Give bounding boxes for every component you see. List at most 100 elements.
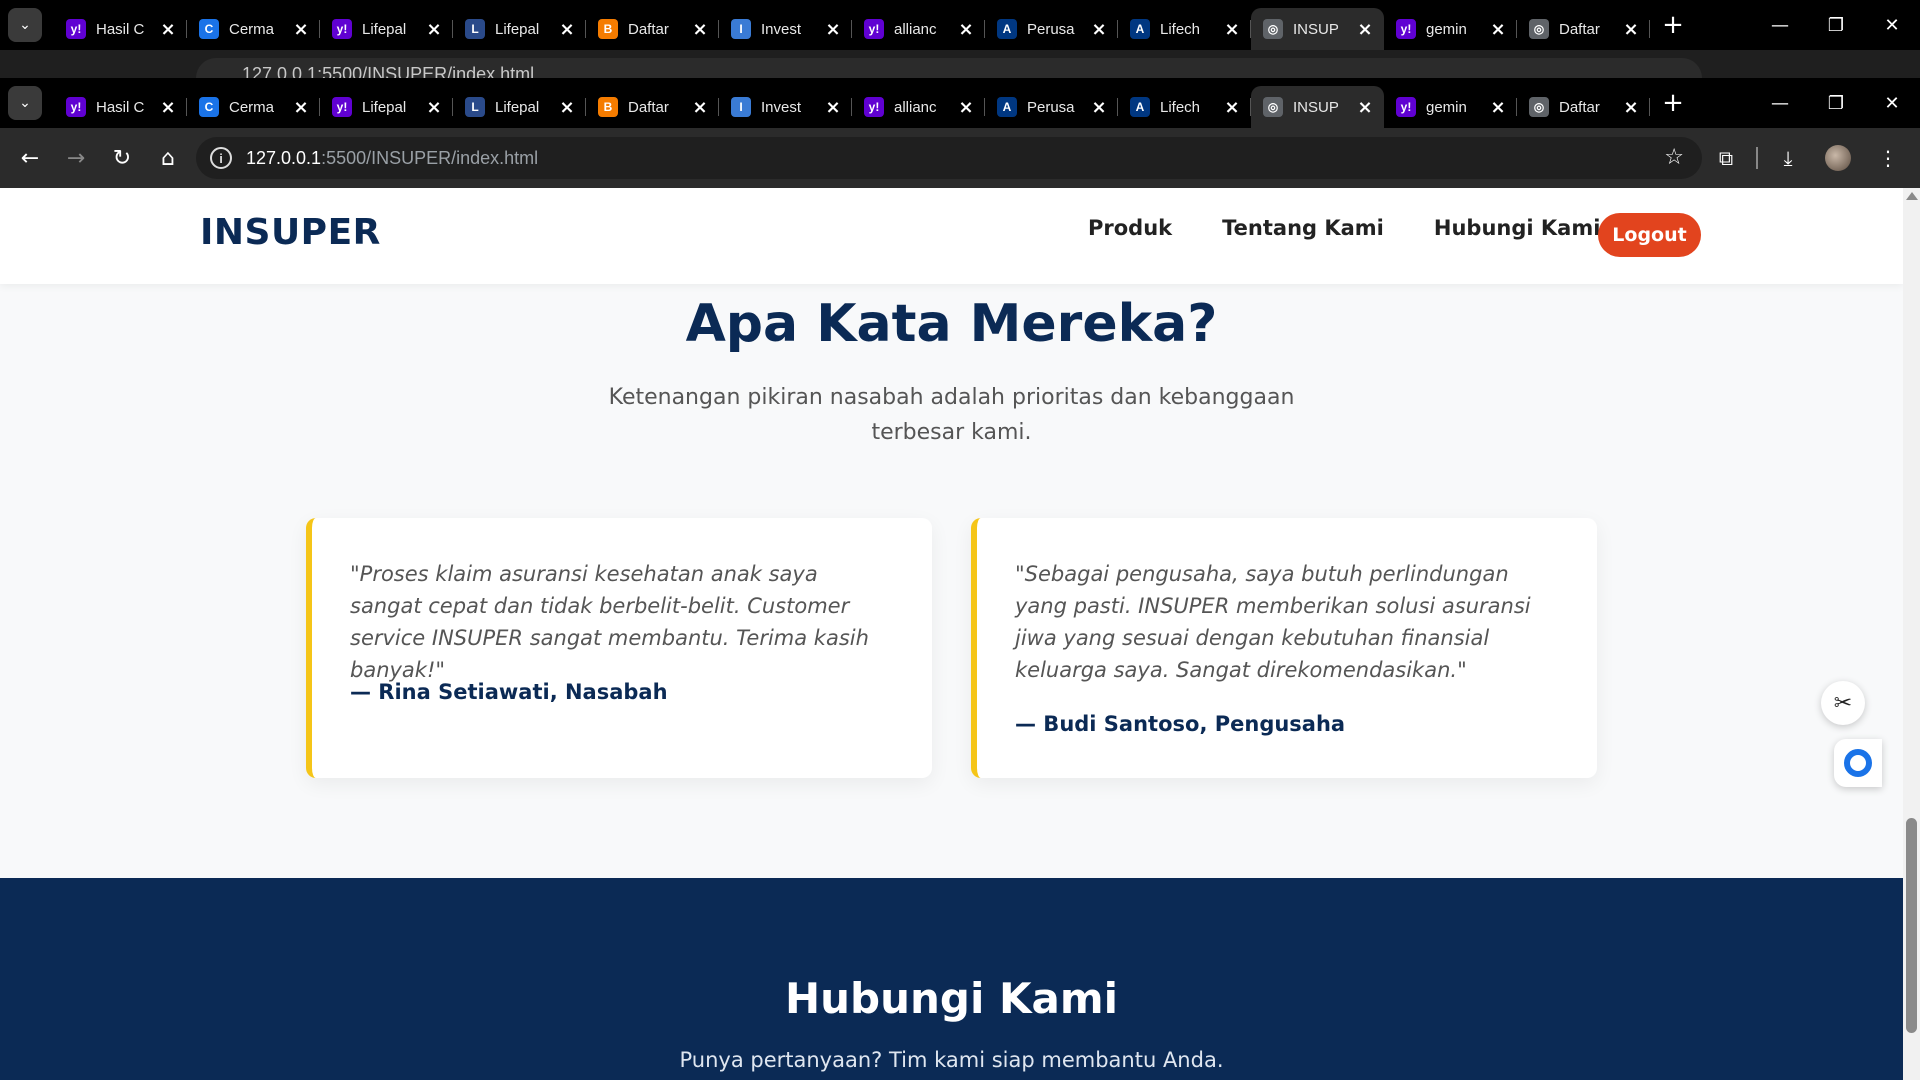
browser-tab[interactable]: ◎ INSUP ×: [1251, 86, 1384, 128]
forward-icon[interactable]: →: [56, 138, 96, 178]
scissors-icon[interactable]: ✂: [1821, 681, 1865, 725]
close-tab-icon[interactable]: ×: [159, 19, 177, 40]
close-tab-icon[interactable]: ×: [558, 19, 576, 40]
browser-tab[interactable]: L Lifepal ×: [453, 86, 586, 128]
assistant-bubble-icon[interactable]: [1834, 739, 1882, 787]
yahoo-icon: y!: [1396, 97, 1416, 117]
profile-avatar[interactable]: [1818, 138, 1858, 178]
close-tab-icon[interactable]: ×: [824, 97, 842, 118]
close-tab-icon[interactable]: ×: [558, 97, 576, 118]
contact-section: Hubungi Kami Punya pertanyaan? Tim kami …: [0, 878, 1903, 1080]
yahoo-icon: y!: [332, 97, 352, 117]
close-tab-icon[interactable]: ×: [1622, 19, 1640, 40]
ghost-url-text: 127.0.0.1:5500/INSUPER/index.html: [242, 64, 535, 78]
nav-link-produk[interactable]: Produk: [1088, 216, 1172, 240]
tab-search-icon[interactable]: ⌄: [8, 86, 42, 120]
close-tab-icon[interactable]: ×: [1090, 19, 1108, 40]
browser-tab[interactable]: ◎ Daftar ×: [1517, 86, 1650, 128]
browser-tab[interactable]: ◎ Daftar ×: [1517, 8, 1650, 50]
browser-tab[interactable]: C Cerma ×: [187, 86, 320, 128]
close-tab-icon[interactable]: ×: [957, 97, 975, 118]
browser-tab[interactable]: y! Lifepal ×: [320, 8, 453, 50]
page-scrollbar[interactable]: [1903, 188, 1920, 1080]
close-tab-icon[interactable]: ×: [292, 19, 310, 40]
browser-tab[interactable]: A Lifech ×: [1118, 8, 1251, 50]
close-window-icon[interactable]: ✕: [1864, 78, 1920, 128]
scroll-thumb[interactable]: [1906, 818, 1917, 1033]
close-tab-icon[interactable]: ×: [824, 19, 842, 40]
restore-icon[interactable]: ❐: [1808, 0, 1864, 50]
close-tab-icon[interactable]: ×: [1489, 97, 1507, 118]
close-window-icon[interactable]: ✕: [1864, 0, 1920, 50]
browser-tab[interactable]: y! Lifepal ×: [320, 86, 453, 128]
tab-title: gemin: [1426, 20, 1467, 38]
nav-link-hubungi-kami[interactable]: Hubungi Kami: [1434, 216, 1601, 240]
close-tab-icon[interactable]: ×: [1223, 19, 1241, 40]
toolbar-right: ⧉ ⤓ ⋮: [1696, 138, 1908, 178]
close-tab-icon[interactable]: ×: [159, 97, 177, 118]
browser-tab[interactable]: y! allianc ×: [852, 8, 985, 50]
invest-icon: I: [731, 97, 751, 117]
ghost-toolbar: 127.0.0.1:5500/INSUPER/index.html: [0, 50, 1920, 78]
tab-title: gemin: [1426, 98, 1467, 116]
yahoo-icon: y!: [864, 97, 884, 117]
browser-tab[interactable]: B Daftar ×: [586, 86, 719, 128]
close-tab-icon[interactable]: ×: [1356, 19, 1374, 40]
close-tab-icon[interactable]: ×: [1489, 19, 1507, 40]
testimonial-quote: "Proses klaim asuransi kesehatan anak sa…: [350, 562, 869, 682]
download-icon[interactable]: ⤓: [1768, 138, 1808, 178]
browser-tab[interactable]: y! allianc ×: [852, 86, 985, 128]
browser-tab[interactable]: y! gemin ×: [1384, 8, 1517, 50]
browser-tab[interactable]: A Perusa ×: [985, 86, 1118, 128]
close-tab-icon[interactable]: ×: [691, 19, 709, 40]
browser-tab[interactable]: C Cerma ×: [187, 8, 320, 50]
close-tab-icon[interactable]: ×: [425, 97, 443, 118]
reload-icon[interactable]: ↻: [102, 138, 142, 178]
tab-title: Daftar: [628, 98, 669, 116]
new-tab-icon[interactable]: +: [1656, 86, 1690, 120]
close-tab-icon[interactable]: ×: [1090, 97, 1108, 118]
browser-tab[interactable]: I Invest ×: [719, 8, 852, 50]
browser-tab[interactable]: B Daftar ×: [586, 8, 719, 50]
browser-tab[interactable]: y! Hasil C ×: [54, 86, 187, 128]
address-bar[interactable]: i 127.0.0.1:5500/INSUPER/index.html ☆: [196, 137, 1702, 179]
nav-links: Produk Tentang Kami Hubungi Kami: [1088, 216, 1650, 240]
browser-tab[interactable]: y! gemin ×: [1384, 86, 1517, 128]
restore-icon[interactable]: ❐: [1808, 78, 1864, 128]
tab-title: Daftar: [1559, 20, 1600, 38]
close-tab-icon[interactable]: ×: [425, 19, 443, 40]
browser-tab[interactable]: y! Hasil C ×: [54, 8, 187, 50]
bookmark-star-icon[interactable]: ☆: [1664, 145, 1684, 170]
tab-search-icon[interactable]: ⌄: [8, 8, 42, 42]
browser-tab[interactable]: L Lifepal ×: [453, 8, 586, 50]
browser-tab[interactable]: I Invest ×: [719, 86, 852, 128]
browser-tab[interactable]: A Lifech ×: [1118, 86, 1251, 128]
ghost-tab-strip: y! Hasil C × C Cerma × y! Lifepal × L Lifepal × B Daf…: [54, 0, 1650, 50]
yahoo-icon: y!: [1396, 19, 1416, 39]
extensions-icon[interactable]: ⧉: [1706, 138, 1746, 178]
nav-link-tentang-kami[interactable]: Tentang Kami: [1222, 216, 1384, 240]
home-icon[interactable]: ⌂: [148, 138, 188, 178]
toolbar-divider: [1756, 147, 1758, 169]
browser-tab[interactable]: A Perusa ×: [985, 8, 1118, 50]
back-icon[interactable]: ←: [10, 138, 50, 178]
site-info-icon[interactable]: i: [210, 147, 232, 169]
tab-title: Daftar: [628, 20, 669, 38]
close-tab-icon[interactable]: ×: [1622, 97, 1640, 118]
close-tab-icon[interactable]: ×: [1356, 97, 1374, 118]
minimize-icon[interactable]: —: [1752, 0, 1808, 50]
brand-logo[interactable]: INSUPER: [200, 212, 381, 253]
minimize-icon[interactable]: —: [1752, 78, 1808, 128]
blogger-icon: B: [598, 19, 618, 39]
url-text[interactable]: 127.0.0.1:5500/INSUPER/index.html: [246, 148, 538, 169]
logout-button[interactable]: Logout: [1598, 213, 1701, 257]
browser-tab[interactable]: ◎ INSUP ×: [1251, 8, 1384, 50]
scroll-up-icon[interactable]: [1906, 192, 1918, 200]
close-tab-icon[interactable]: ×: [292, 97, 310, 118]
close-tab-icon[interactable]: ×: [957, 19, 975, 40]
tab-title: Lifepal: [362, 20, 407, 38]
new-tab-icon[interactable]: +: [1656, 8, 1690, 42]
close-tab-icon[interactable]: ×: [691, 97, 709, 118]
menu-kebab-icon[interactable]: ⋮: [1868, 138, 1908, 178]
close-tab-icon[interactable]: ×: [1223, 97, 1241, 118]
